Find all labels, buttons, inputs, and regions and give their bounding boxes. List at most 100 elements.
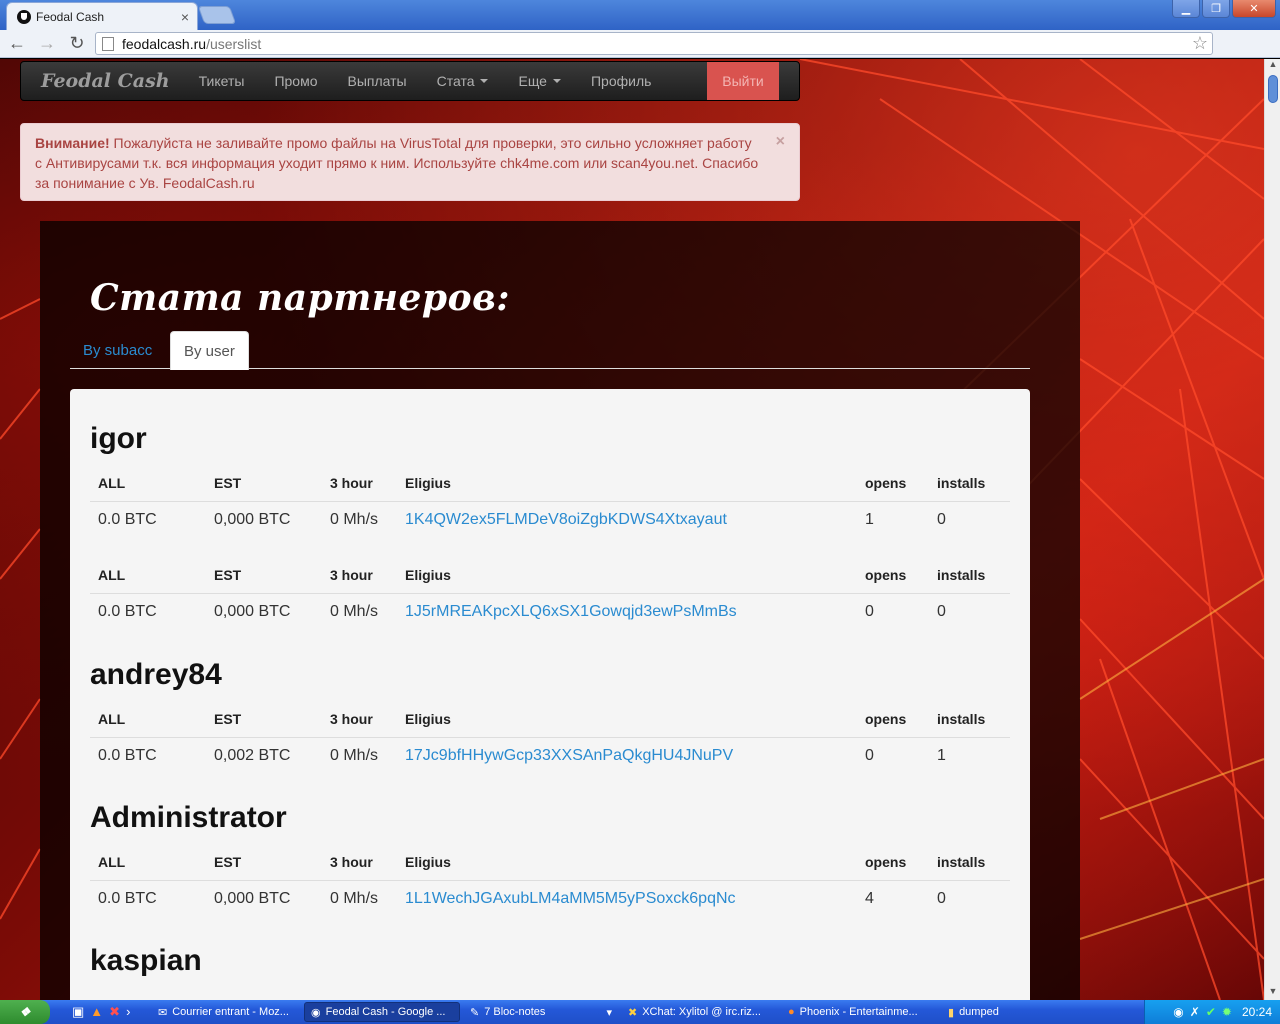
- cell-3hour: 0 Mh/s: [330, 510, 379, 528]
- nav-payouts[interactable]: Выплаты: [332, 73, 421, 89]
- taskbar-item-firefox[interactable]: ● Phoenix - Entertainme...: [782, 1002, 938, 1022]
- vlc-icon[interactable]: ▲: [90, 1004, 103, 1020]
- alert-text: Пожалуйста не заливайте промо файлы на V…: [35, 135, 759, 191]
- shield-icon[interactable]: ✔: [1206, 1005, 1216, 1019]
- taskbar-item-mail[interactable]: ✉ Courrier entrant - Moz...: [152, 1002, 300, 1022]
- page-scrollbar[interactable]: ▲ ▼: [1264, 59, 1280, 1000]
- top-navbar: Feodal Cash Тикеты Промо Выплаты Стата Е…: [20, 61, 800, 101]
- group-arrow-icon: ▾: [606, 1006, 612, 1019]
- cell-eligius-address[interactable]: 1J5rMREAKpcXLQ6xSX1Gowqjd3ewPsMmBs: [397, 593, 857, 630]
- caret-down-icon: [480, 79, 489, 83]
- taskbar-item-xchat[interactable]: ✖ XChat: Xylitol @ irc.riz...: [622, 1002, 778, 1022]
- logout-button[interactable]: Выйти: [707, 62, 779, 100]
- start-button[interactable]: ❖: [0, 1000, 50, 1024]
- table-row: 0.0 BTC 0,000 BTC 0 Mh/s 1K4QW2ex5FLMDeV…: [90, 501, 1010, 538]
- col-all: ALL: [90, 465, 206, 502]
- alert-close-icon[interactable]: ×: [776, 132, 785, 152]
- user-name: Administrator: [90, 801, 287, 834]
- nav-promo[interactable]: Промо: [259, 73, 332, 89]
- tools-icon[interactable]: ✗: [1190, 1005, 1200, 1019]
- taskbar-item-folder[interactable]: ▮ dumped: [942, 1002, 1042, 1022]
- user-name: andrey84: [90, 658, 222, 691]
- task-label: XChat: Xylitol @ irc.riz...: [642, 1006, 761, 1018]
- task-label: Courrier entrant - Moz...: [172, 1006, 289, 1018]
- scroll-down-arrow-icon[interactable]: ▼: [1265, 986, 1280, 1000]
- reload-icon[interactable]: ↻: [64, 32, 90, 56]
- users-stats-card: igor ALL EST 3 hour Eligius opens instal…: [70, 389, 1030, 1000]
- col-opens: opens: [857, 557, 929, 594]
- table-row: 0.0 BTC 0,000 BTC 0 Mh/s 1J5rMREAKpcXLQ6…: [90, 593, 1010, 630]
- nav-profile[interactable]: Профиль: [576, 73, 666, 89]
- url-path: /userslist: [206, 35, 262, 52]
- tab-by-subacc[interactable]: By subacc: [70, 331, 165, 369]
- col-eligius: Eligius: [397, 557, 857, 594]
- notepad-icon: ✎: [470, 1006, 480, 1019]
- browser-toolbar: ← → ↻ feodalcash.ru/userslist ☆ ◉ ⚙: [0, 30, 1280, 83]
- tab-title: Feodal Cash: [36, 9, 105, 24]
- address-bar[interactable]: feodalcash.ru/userslist ☆: [95, 32, 1213, 55]
- nav-stats-dropdown[interactable]: Стата: [422, 73, 504, 89]
- browser-titlebar: Feodal Cash × ▁ ❐ ✕: [0, 0, 1280, 30]
- new-tab-button[interactable]: [197, 6, 237, 24]
- table-header-row: ALL EST 3 hour Eligius opens installs: [90, 701, 1010, 738]
- alert-strong: Внимание!: [35, 135, 110, 151]
- forward-arrow-icon[interactable]: →: [34, 32, 60, 56]
- nav-tickets[interactable]: Тикеты: [184, 73, 260, 89]
- taskbar-clock: 20:24: [1241, 1005, 1272, 1019]
- expand-arrow-icon[interactable]: ›: [126, 1004, 130, 1020]
- taskbar-item-notepad[interactable]: ✎ 7 Bloc-notes ▾: [464, 1002, 618, 1022]
- mail-icon: ✉: [158, 1006, 168, 1019]
- cell-3hour: 0 Mh/s: [330, 746, 379, 764]
- status-icon[interactable]: ✹: [1222, 1005, 1232, 1019]
- user-name: kaspian: [90, 944, 202, 977]
- system-tray: ◉ ✗ ✔ ✹ 20:24: [1144, 1000, 1280, 1024]
- nav-more-dropdown[interactable]: Еще: [503, 73, 576, 89]
- table-header-row: ALL EST 3 hour Eligius opens installs: [90, 844, 1010, 881]
- col-opens: opens: [857, 701, 929, 738]
- user-block-kaspian: kaspian: [90, 939, 1010, 983]
- close-window-button[interactable]: ✕: [1232, 0, 1276, 18]
- desktop-icon[interactable]: ▣: [72, 1004, 84, 1020]
- cell-eligius-address[interactable]: 17Jc9bfHHywGcp33XXSAnPaQkgHU4JNuPV: [397, 737, 857, 774]
- minimize-button[interactable]: ▁: [1172, 0, 1200, 18]
- brand-logo[interactable]: Feodal Cash: [41, 70, 170, 92]
- col-eligius: Eligius: [397, 465, 857, 502]
- firefox-icon: ●: [788, 1006, 795, 1018]
- col-est: EST: [206, 701, 322, 738]
- cell-installs: 0: [937, 602, 946, 620]
- cell-eligius-address[interactable]: 1K4QW2ex5FLMDeV8oiZgbKDWS4Xtxayaut: [397, 501, 857, 538]
- network-icon[interactable]: ◉: [1173, 1005, 1183, 1019]
- col-est: EST: [206, 844, 322, 881]
- back-arrow-icon[interactable]: ←: [4, 32, 30, 56]
- restore-button[interactable]: ❐: [1202, 0, 1230, 18]
- taskbar-item-chrome[interactable]: ◉ Feodal Cash - Google ...: [304, 1002, 460, 1022]
- window-controls: ▁ ❐ ✕: [1172, 0, 1276, 18]
- col-eligius: Eligius: [397, 844, 857, 881]
- cell-installs: 0: [937, 510, 946, 528]
- feodal-favicon-icon: [17, 9, 31, 24]
- cell-eligius-address[interactable]: 1L1WechJGAxubLM4aMM5M5yPSoxck6pqNc: [397, 880, 857, 917]
- col-installs: installs: [929, 844, 1010, 881]
- task-label: 7 Bloc-notes: [484, 1006, 546, 1018]
- user-block-andrey84: andrey84 ALL EST 3 hour Eligius opens in…: [90, 653, 1010, 774]
- security-x-icon[interactable]: ✖: [109, 1004, 120, 1020]
- tab-close-icon[interactable]: ×: [181, 9, 189, 25]
- cell-opens: 4: [865, 889, 874, 907]
- folder-icon: ▮: [948, 1006, 955, 1019]
- col-installs: installs: [929, 557, 1010, 594]
- nav-stats-label: Стата: [436, 73, 475, 89]
- cell-all: 0.0 BTC: [98, 746, 157, 764]
- col-est: EST: [206, 465, 322, 502]
- page-icon: [102, 36, 114, 51]
- scroll-up-arrow-icon[interactable]: ▲: [1265, 59, 1280, 73]
- tab-by-user[interactable]: By user: [170, 331, 249, 370]
- col-3hour: 3 hour: [322, 557, 397, 594]
- cell-all: 0.0 BTC: [98, 602, 157, 620]
- scroll-thumb[interactable]: [1268, 75, 1278, 103]
- task-label: dumped: [959, 1006, 999, 1018]
- col-3hour: 3 hour: [322, 844, 397, 881]
- bookmark-star-icon[interactable]: ☆: [1192, 33, 1208, 54]
- browser-tab[interactable]: Feodal Cash ×: [6, 2, 198, 30]
- col-opens: opens: [857, 844, 929, 881]
- stats-table: ALL EST 3 hour Eligius opens installs 0.…: [90, 557, 1010, 630]
